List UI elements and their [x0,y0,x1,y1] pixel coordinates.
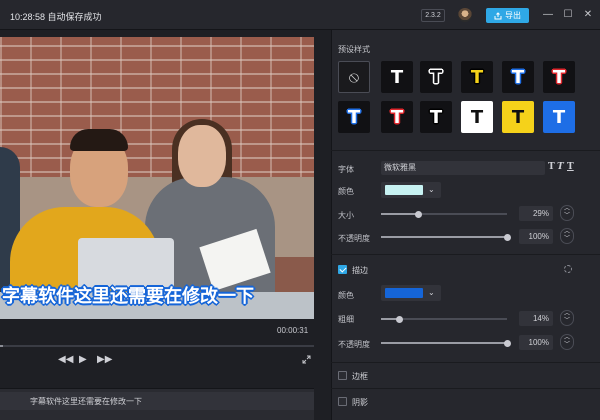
preset-style-5[interactable]: T [543,61,575,93]
video-frame-laptop [78,238,174,288]
version-badge: 2.3.2 [421,9,445,22]
preset-none-icon[interactable]: ⦸ [338,61,370,93]
thickness-value[interactable]: 14% [519,311,553,326]
border-checkbox[interactable] [338,371,347,380]
underline-icon[interactable]: T [567,162,574,172]
shadow-label: 阴影 [352,398,368,407]
preset-style-11[interactable]: T [543,101,575,133]
preset-style-7[interactable]: T [381,101,413,133]
export-icon [494,11,502,19]
size-slider-handle[interactable] [414,211,422,218]
opacity-label: 不透明度 [338,234,370,243]
size-label: 大小 [338,211,354,220]
preset-style-10[interactable]: T [502,101,534,133]
fullscreen-icon[interactable] [302,355,311,364]
opacity-value[interactable]: 100% [519,229,553,244]
stroke-color-label: 颜色 [338,291,354,300]
border-label: 边框 [352,372,368,381]
divider [331,362,600,363]
list-item-text: 字幕软件这里还需要在修改一下 [30,397,142,406]
thickness-label: 粗细 [338,315,354,324]
stroke-label: 描边 [352,266,368,275]
maximize-icon[interactable]: ☐ [562,9,574,21]
avatar[interactable] [458,8,472,22]
opacity-slider-fill [381,236,507,238]
subtitle-overlay[interactable]: 字幕软件这里还需要在修改一下 [0,282,314,308]
text-color-swatch [385,185,423,195]
thickness-slider-handle[interactable] [395,316,403,323]
chevron-down-icon: ⌄ [428,288,435,297]
preset-style-6[interactable]: T [338,101,370,133]
preset-style-9[interactable]: T [461,101,493,133]
fast-forward-icon[interactable]: ▶▶ [97,354,112,366]
stroke-opacity-label: 不透明度 [338,340,370,349]
stroke-opacity-slider-fill [381,342,507,344]
chevron-down-icon: ⌄ [428,185,435,194]
stroke-color-swatch [385,288,423,298]
close-icon[interactable]: ✕ [582,9,594,21]
bold-icon[interactable]: T [548,162,555,172]
divider [331,150,600,151]
export-button[interactable]: 导出 [486,8,529,23]
progress-fill [0,345,4,347]
title-bar: 10:28:58 自动保存成功 2.3.2 导出 — ☐ ✕ [0,0,600,30]
export-label: 导出 [505,11,521,20]
presets-title: 预设样式 [338,45,370,54]
stroke-opacity-value[interactable]: 100% [519,335,553,350]
divider [331,254,600,255]
divider [331,388,600,389]
video-frame-person [70,129,128,151]
stroke-checkbox[interactable] [338,265,347,274]
opacity-stepper[interactable]: ︿ ﹀ [560,228,574,244]
color-label: 颜色 [338,187,354,196]
preset-style-2[interactable]: T [420,61,452,93]
shadow-checkbox[interactable] [338,397,347,406]
rewind-icon[interactable]: ◀◀ [58,354,73,366]
preset-style-1[interactable]: T [381,61,413,93]
font-label: 字体 [338,165,354,174]
thickness-stepper[interactable]: ︿ ﹀ [560,310,574,326]
font-select[interactable]: 微软雅黑 [381,161,545,175]
autosave-status: 10:28:58 自动保存成功 [10,12,102,22]
preset-style-3[interactable]: T [461,61,493,93]
stroke-opacity-stepper[interactable]: ︿ ﹀ [560,334,574,350]
size-value[interactable]: 29% [519,206,553,221]
stroke-opacity-slider-handle[interactable] [504,340,511,347]
loading-icon [564,265,572,273]
time-display: 00:00:31 [277,326,309,335]
opacity-slider-handle[interactable] [504,234,511,241]
video-preview[interactable]: 字幕软件这里还需要在修改一下 [0,37,314,319]
size-stepper[interactable]: ︿ ﹀ [560,205,574,221]
preset-style-8[interactable]: T [420,101,452,133]
video-frame-wall [0,37,314,187]
minimize-icon[interactable]: — [542,9,554,21]
size-slider-fill [381,213,418,215]
preset-style-4[interactable]: T [502,61,534,93]
italic-icon[interactable]: T [557,162,564,172]
play-icon[interactable]: ▶ [79,354,87,366]
progress-track[interactable] [0,345,314,347]
video-frame-person [178,125,226,187]
